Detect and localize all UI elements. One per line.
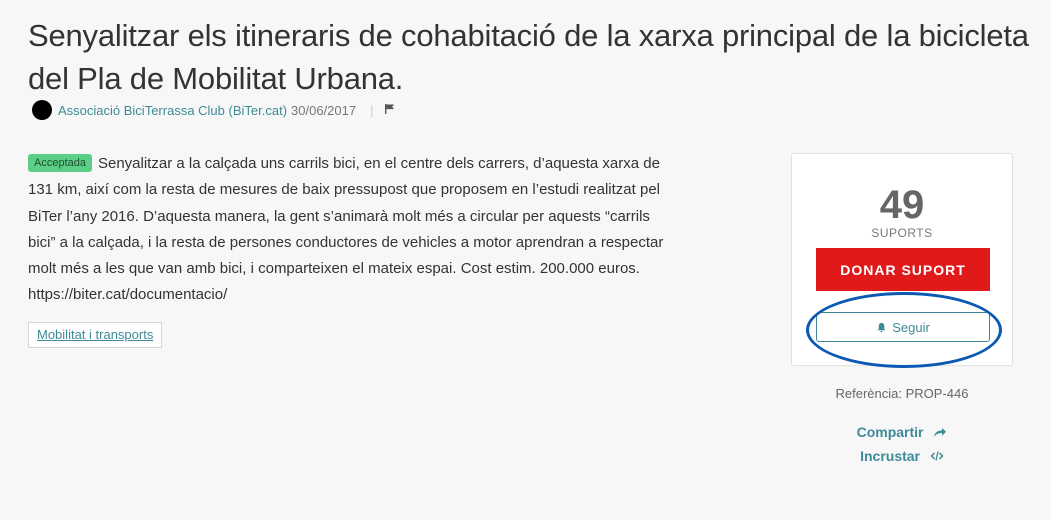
proposal-body: Acceptada Senyalitzar a la calçada uns ca… xyxy=(28,151,668,309)
tag-mobilitat[interactable]: Mobilitat i transports xyxy=(28,322,163,348)
flag-icon xyxy=(384,103,394,114)
status-badge: Acceptada xyxy=(28,154,92,172)
support-card: 49 SUPORTS DONAR SUPORT Seguir xyxy=(791,153,1013,366)
proposal-meta: Associació BiciTerrassa Club (BiTer.cat)… xyxy=(32,100,396,120)
proposal-description: Senyalitzar a la calçada uns carrils bic… xyxy=(28,155,664,304)
bell-icon xyxy=(877,322,886,332)
embed-link[interactable]: Incrustar xyxy=(791,448,1013,464)
follow-label: Seguir xyxy=(892,319,930,335)
flag-button[interactable] xyxy=(384,103,396,118)
supports-count: 49 xyxy=(879,183,925,227)
code-icon xyxy=(930,451,944,461)
page-title: Senyalitzar els itineraris de cohabitaci… xyxy=(28,18,1029,96)
embed-label: Incrustar xyxy=(860,448,921,464)
share-arrow-icon xyxy=(934,428,947,437)
supports-label: SUPORTS xyxy=(871,226,933,240)
support-button[interactable]: DONAR SUPORT xyxy=(816,248,990,291)
proposal-date: 30/06/2017 xyxy=(291,102,357,118)
author-link[interactable]: Associació BiciTerrassa Club (BiTer.cat) xyxy=(58,103,287,118)
follow-button[interactable]: Seguir xyxy=(816,312,990,342)
proposal-reference: Referència: PROP-446 xyxy=(835,386,969,401)
avatar xyxy=(32,100,52,120)
meta-divider: | xyxy=(370,102,374,118)
share-link[interactable]: Compartir xyxy=(791,424,1013,440)
share-label: Compartir xyxy=(856,424,924,440)
